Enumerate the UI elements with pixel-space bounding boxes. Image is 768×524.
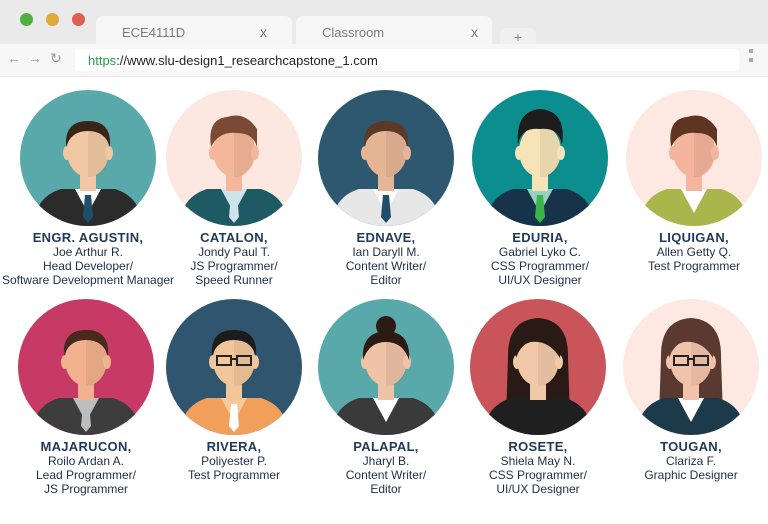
member-given-name: Allen Getty Q. [656, 245, 732, 259]
tab-label: ECE4111D [122, 25, 186, 40]
member-card: EDNAVE, Ian Daryll M. Content Writer/Edito… [296, 89, 476, 287]
avatar-image [166, 299, 302, 435]
browser-tab-strip: ECE4111D x Classroom x + [0, 0, 768, 46]
member-role: CSS Programmer/ [490, 259, 590, 273]
member-role: UI/UX Designer [496, 482, 580, 496]
avatar-image [166, 90, 302, 226]
avatar-image [20, 90, 156, 226]
window-close-button[interactable] [72, 13, 85, 26]
window-minimize-button[interactable] [46, 13, 59, 26]
browser-tab-classroom[interactable]: Classroom x [296, 16, 492, 46]
member-surname: LIQUIGAN, [659, 230, 729, 245]
avatar-image [470, 299, 606, 435]
avatar-image [318, 299, 454, 435]
avatar-image [626, 90, 762, 226]
member-given-name: Gabriel Lyko C. [498, 245, 582, 259]
browser-tab-ece4111d[interactable]: ECE4111D x [96, 16, 292, 46]
tab-label: Classroom [322, 25, 385, 40]
tab-close-icon[interactable]: x [471, 24, 478, 40]
browser-toolbar: ← → ↻ https://www.slu-design1_researchca… [0, 44, 768, 77]
member-role: UI/UX Designer [498, 273, 582, 287]
avatar-image [472, 90, 608, 226]
member-surname: EDNAVE, [356, 230, 416, 245]
url-scheme: https [88, 53, 117, 68]
member-role: JS Programmer [43, 482, 129, 496]
url-host: ://www.slu-design1_researchcapstone_1.co… [116, 53, 378, 68]
member-surname: EDURIA, [512, 230, 568, 245]
reload-icon[interactable]: ↻ [50, 50, 62, 67]
address-bar[interactable]: https://www.slu-design1_researchcapstone… [75, 49, 739, 71]
member-given-name: Clariza F. [665, 454, 716, 468]
member-card: TOUGAN, Clariza F. Graphic Designer [601, 298, 768, 482]
url-text: https://www.slu-design1_researchcapstone… [88, 53, 378, 68]
avatar-image [18, 299, 154, 435]
member-card: LIQUIGAN, Allen Getty Q. Test Programmer [604, 89, 768, 273]
member-role: Graphic Designer [644, 468, 738, 482]
back-arrow-icon[interactable]: ← [7, 50, 21, 66]
avatar-image [318, 90, 454, 226]
member-role: Editor [370, 273, 402, 287]
forward-arrow-icon[interactable]: → [28, 50, 42, 66]
member-surname: TOUGAN, [660, 439, 722, 454]
window-maximize-button[interactable] [20, 13, 33, 26]
member-given-name: Ian Daryll M. [352, 245, 420, 259]
tab-close-icon[interactable]: x [260, 24, 267, 40]
browser-menu-icon[interactable] [749, 49, 753, 67]
member-role: Test Programmer [647, 259, 741, 273]
member-card: EDURIA, Gabriel Lyko C. CSS Programmer/UI/… [450, 89, 630, 287]
avatar-image [623, 299, 759, 435]
member-role: Content Writer/ [345, 259, 427, 273]
